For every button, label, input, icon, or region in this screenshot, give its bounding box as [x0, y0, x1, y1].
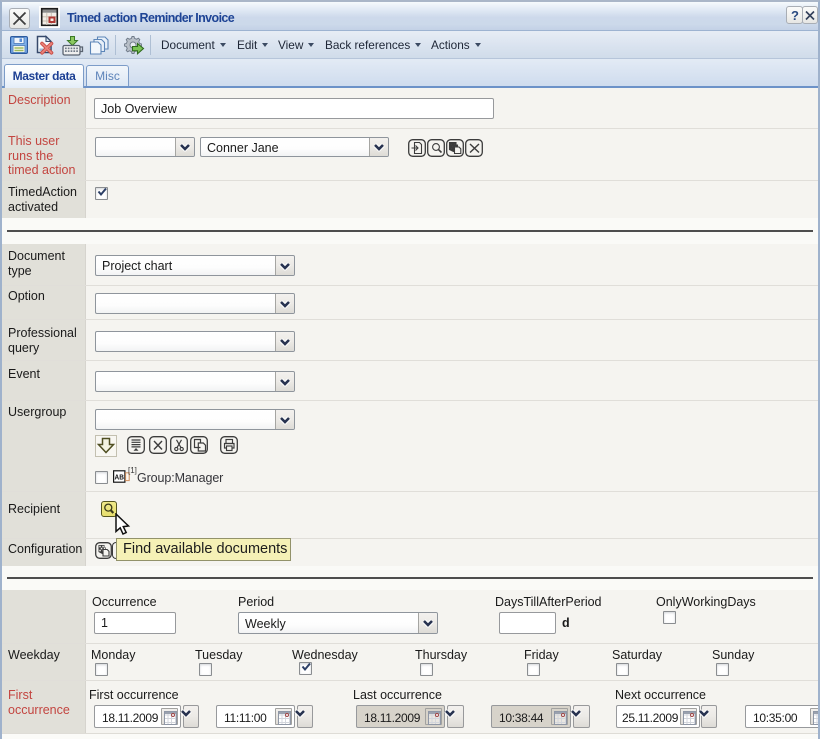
- svg-text:AB: AB: [115, 472, 124, 481]
